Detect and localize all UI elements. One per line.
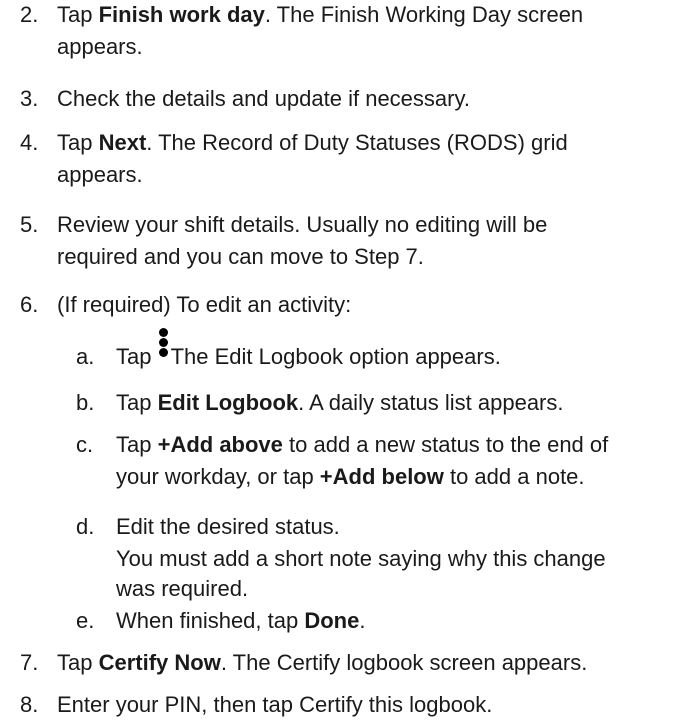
step-text: Tap Certify Now. The Certify logbook scr… (57, 650, 588, 675)
substep-letter: b. (76, 390, 95, 415)
substep-text: Edit the desired status. (116, 514, 340, 539)
step-number: 3. (20, 86, 39, 111)
step-number: 6. (20, 292, 39, 317)
substep-text: Tap The Edit Logbook option appears. (116, 328, 501, 371)
step-text-continued: appears. (57, 34, 143, 59)
step-text: Enter your PIN, then tap Certify this lo… (57, 692, 493, 717)
step-number: 5. (20, 212, 39, 237)
step-text-continued: appears. (57, 162, 143, 187)
substep-text: When finished, tap Done. (116, 608, 366, 633)
step-text-continued: required and you can move to Step 7. (57, 244, 424, 269)
step-number: 2. (20, 2, 39, 27)
step-text: Review your shift details. Usually no ed… (57, 212, 548, 237)
step-number: 8. (20, 692, 39, 717)
substep-text: Tap +Add above to add a new status to th… (116, 432, 609, 457)
vertical-ellipsis-icon[interactable] (158, 328, 170, 357)
substep-text-continued: your workday, or tap +Add below to add a… (116, 464, 585, 489)
step-text: Tap Next. The Record of Duty Statuses (R… (57, 130, 568, 155)
substep-text-continued: was required. (116, 576, 249, 601)
substep-letter: c. (76, 432, 94, 457)
substep-letter: a. (76, 344, 95, 369)
substep-letter: d. (76, 514, 95, 539)
step-text: (If required) To edit an activity: (57, 292, 352, 317)
step-text: Tap Finish work day. The Finish Working … (57, 2, 584, 27)
step-text: Check the details and update if necessar… (57, 86, 470, 111)
step-number: 4. (20, 130, 39, 155)
substep-letter: e. (76, 608, 95, 633)
step-number: 7. (20, 650, 39, 675)
substep-text-continued: You must add a short note saying why thi… (116, 546, 606, 571)
substep-text: Tap Edit Logbook. A daily status list ap… (116, 390, 564, 415)
